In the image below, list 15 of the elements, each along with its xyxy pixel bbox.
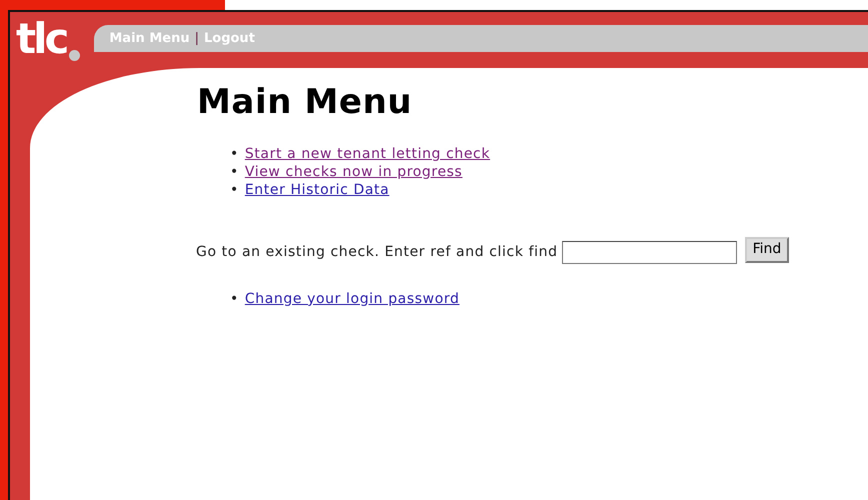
logo-dot-icon xyxy=(69,50,80,61)
logo-text: tlc xyxy=(16,18,66,65)
menu-link[interactable]: Change your login password xyxy=(244,290,460,307)
menu-link[interactable]: Enter Historic Data xyxy=(244,182,390,198)
menu-link[interactable]: View checks now in progress xyxy=(244,164,462,180)
bullet: • xyxy=(230,290,239,307)
ref-input-field[interactable] xyxy=(562,240,737,264)
bullet: • xyxy=(230,182,239,198)
find-button[interactable]: Find xyxy=(744,236,790,263)
bullet: • xyxy=(230,146,239,162)
menu-link[interactable]: Start a new tenant letting check xyxy=(244,146,490,162)
nav-separator: | xyxy=(194,30,199,48)
find-label: Go to an existing check. Enter ref and click find xyxy=(196,242,558,262)
page-title: Main Menu xyxy=(197,82,414,123)
bullet: • xyxy=(230,164,239,180)
